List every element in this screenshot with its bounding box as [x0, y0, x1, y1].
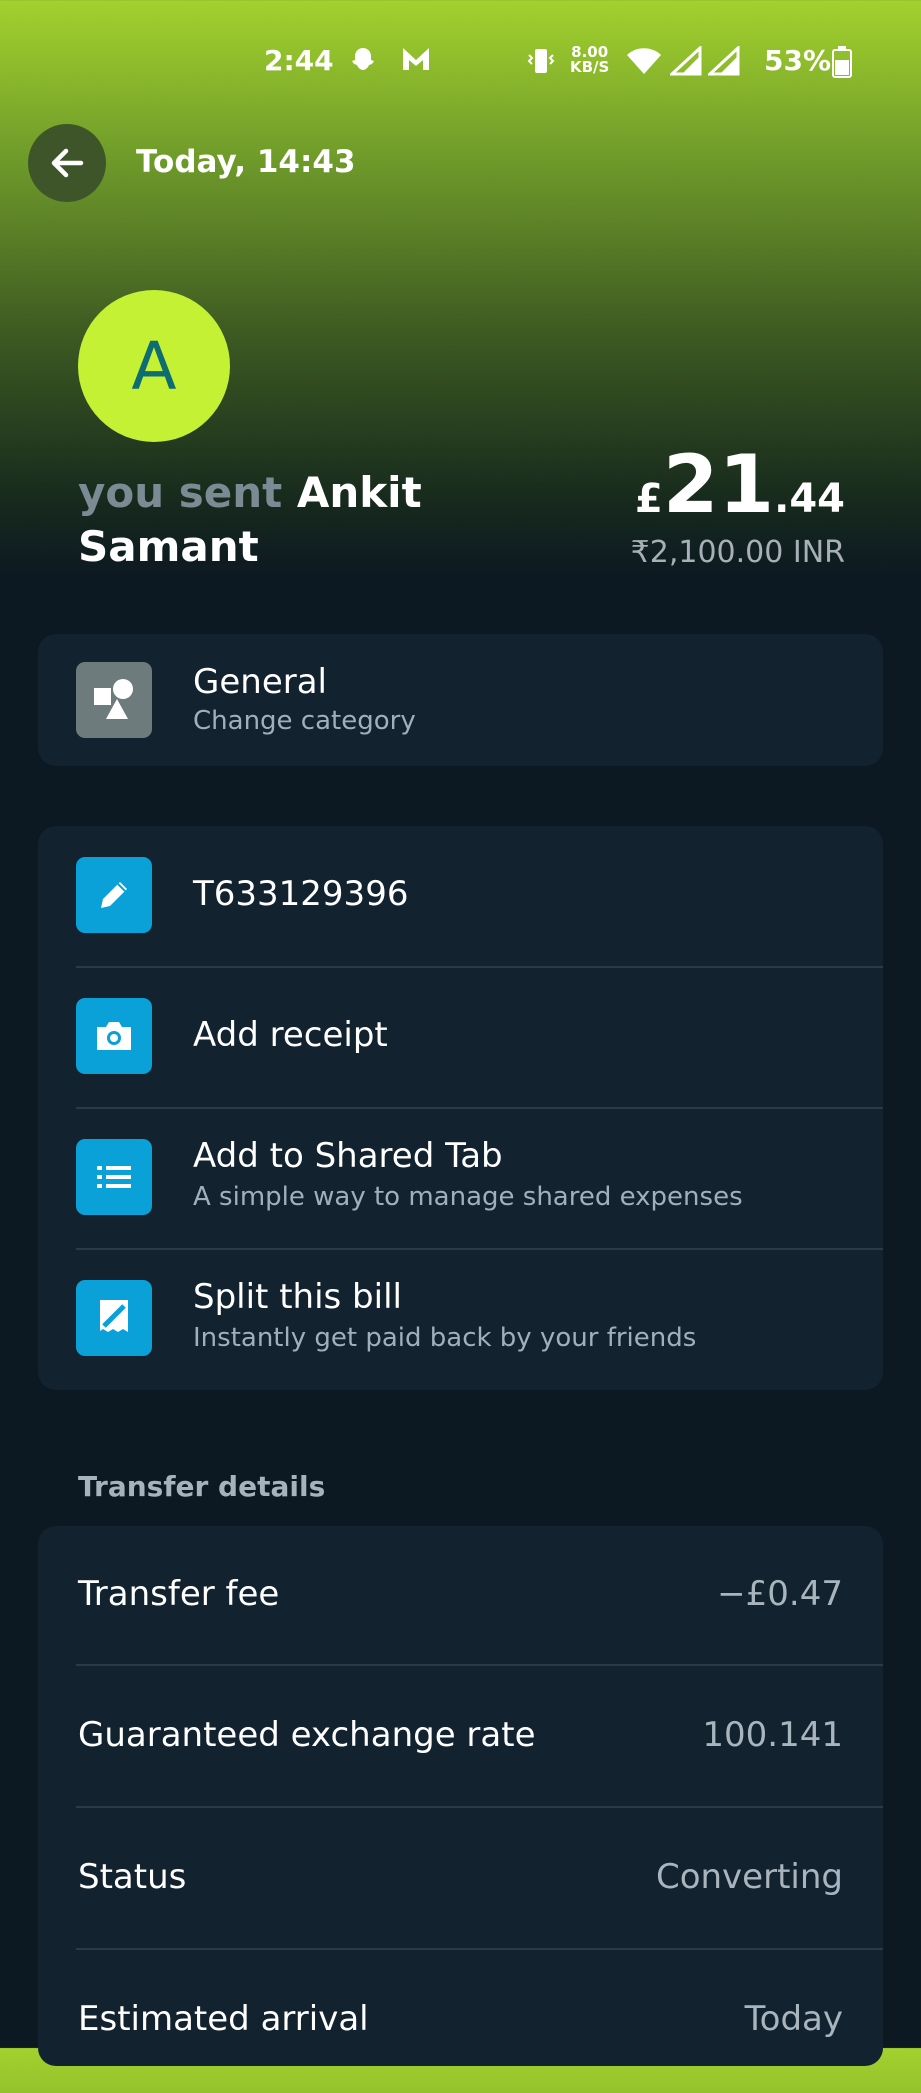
avatar: A — [78, 290, 230, 442]
converted-amount: ₹2,100.00 INR — [630, 535, 845, 570]
shapes-icon — [76, 662, 152, 738]
detail-value: 100.141 — [702, 1715, 843, 1755]
split-bill-sub: Instantly get paid back by your friends — [193, 1323, 697, 1353]
network-speed: 8.00 KB/S — [570, 43, 610, 76]
actions-card: T633129396 Add receipt Add to Shared Tab… — [38, 826, 883, 1390]
detail-label: Status — [78, 1857, 187, 1897]
sent-description: you sent Ankit Samant — [78, 466, 498, 574]
snapchat-icon — [348, 46, 378, 83]
detail-value: −£0.47 — [717, 1574, 843, 1614]
detail-label: Estimated arrival — [78, 1999, 369, 2039]
signal-icon — [668, 44, 702, 83]
detail-label: Transfer fee — [78, 1574, 280, 1614]
avatar-initial: A — [131, 327, 177, 405]
detail-row-transfer-fee: Transfer fee −£0.47 — [38, 1526, 883, 1668]
back-button[interactable] — [28, 124, 106, 202]
amount-currency: £ — [634, 476, 663, 522]
divider — [76, 1948, 883, 1950]
transfer-details-heading: Transfer details — [78, 1470, 326, 1503]
category-card[interactable]: General Change category — [38, 634, 883, 766]
add-to-shared-tab-row[interactable]: Add to Shared Tab A simple way to manage… — [38, 1108, 883, 1249]
amount-whole: 21 — [662, 438, 775, 531]
battery-icon — [832, 46, 852, 85]
split-bill-row[interactable]: Split this bill Instantly get paid back … — [38, 1249, 883, 1390]
amount-decimal: .44 — [774, 476, 845, 522]
detail-value: Converting — [655, 1857, 843, 1897]
category-sub: Change category — [193, 706, 416, 736]
list-icon — [76, 1139, 152, 1215]
category-label: General — [193, 662, 327, 702]
page-title: Today, 14:43 — [136, 144, 356, 180]
m-app-icon — [400, 44, 432, 80]
detail-row-estimated-arrival: Estimated arrival Today — [38, 1951, 883, 2093]
detail-row-status: Status Converting — [38, 1809, 883, 1951]
status-bar: 2:44 8.00 KB/S 53% — [0, 0, 921, 126]
divider — [76, 1664, 883, 1666]
battery-percent: 53% — [764, 44, 832, 77]
sent-prefix: you sent — [78, 468, 283, 517]
header: Today, 14:43 — [0, 124, 921, 204]
add-to-shared-tab-label: Add to Shared Tab — [193, 1136, 503, 1176]
detail-row-exchange-rate: Guaranteed exchange rate 100.141 — [38, 1667, 883, 1809]
add-receipt-label: Add receipt — [193, 1015, 388, 1055]
add-receipt-row[interactable]: Add receipt — [38, 967, 883, 1108]
arrow-left-icon — [51, 148, 84, 178]
wifi-icon — [626, 46, 662, 83]
vibrate-icon — [524, 46, 558, 83]
amount-main: £21.44 — [631, 438, 845, 531]
reference-label: T633129396 — [193, 874, 409, 914]
split-bill-label: Split this bill — [193, 1277, 402, 1317]
status-time: 2:44 — [264, 44, 334, 77]
detail-value: Today — [744, 1999, 843, 2039]
signal-icon — [706, 44, 740, 83]
split-bill-icon — [76, 1280, 152, 1356]
transfer-details-card: Transfer fee −£0.47 Guaranteed exchange … — [38, 1526, 883, 2066]
detail-label: Guaranteed exchange rate — [78, 1715, 536, 1755]
divider — [76, 1806, 883, 1808]
transaction-amount: £21.44 ₹2,100.00 INR — [631, 438, 845, 570]
add-to-shared-tab-sub: A simple way to manage shared expenses — [193, 1182, 743, 1212]
camera-icon — [76, 998, 152, 1074]
reference-row[interactable]: T633129396 — [38, 826, 883, 967]
pencil-icon — [76, 857, 152, 933]
